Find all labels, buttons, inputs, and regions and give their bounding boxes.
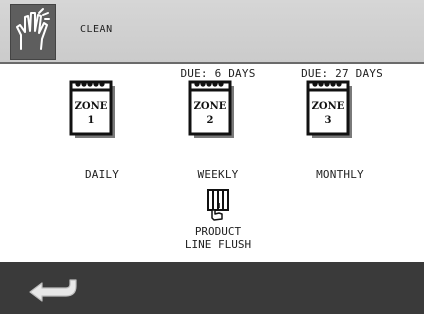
footer-bar: [0, 262, 424, 314]
calendar-icon: ZONE 1: [69, 80, 115, 138]
screen: CLEAN ZONE 1 DAILY DUE: 6 DAYS ZONE 2 WE: [0, 0, 424, 314]
hand-wash-icon: [16, 8, 50, 50]
flush-label-line-1: PRODUCT: [194, 225, 242, 238]
calendar-icon: ZONE 3: [306, 80, 352, 138]
zone-3-frequency: MONTHLY: [316, 168, 364, 181]
zone-3-due: DUE: 27 DAYS: [301, 67, 383, 80]
zone-2-label: ZONE: [194, 101, 227, 112]
zone-3-label: ZONE: [312, 101, 345, 112]
zone-3-button[interactable]: ZONE 3: [297, 80, 397, 144]
product-line-flush-label: PRODUCT LINE FLUSH: [158, 225, 278, 251]
zone-2-number: 2: [207, 115, 214, 126]
flush-label-line-2: LINE FLUSH: [184, 238, 252, 251]
zone-2-due: DUE: 6 DAYS: [180, 67, 256, 80]
back-arrow-icon: [29, 279, 77, 302]
zone-3-number: 3: [325, 115, 332, 126]
flush-hand-icon: [207, 189, 229, 221]
calendar-icon: ZONE 2: [188, 80, 234, 138]
product-line-flush-button[interactable]: [198, 188, 238, 222]
header-icon-box: [10, 4, 56, 60]
zone-1-label: ZONE: [75, 101, 108, 112]
header-bar: CLEAN: [0, 0, 424, 64]
zone-2-button[interactable]: ZONE 2: [179, 80, 279, 144]
zone-1-frequency: DAILY: [84, 168, 120, 181]
back-button[interactable]: [26, 276, 82, 302]
zone-1-number: 1: [88, 115, 95, 126]
page-title: CLEAN: [80, 24, 113, 35]
zone-2-frequency: WEEKLY: [197, 168, 239, 181]
zone-1-button[interactable]: ZONE 1: [60, 80, 160, 144]
